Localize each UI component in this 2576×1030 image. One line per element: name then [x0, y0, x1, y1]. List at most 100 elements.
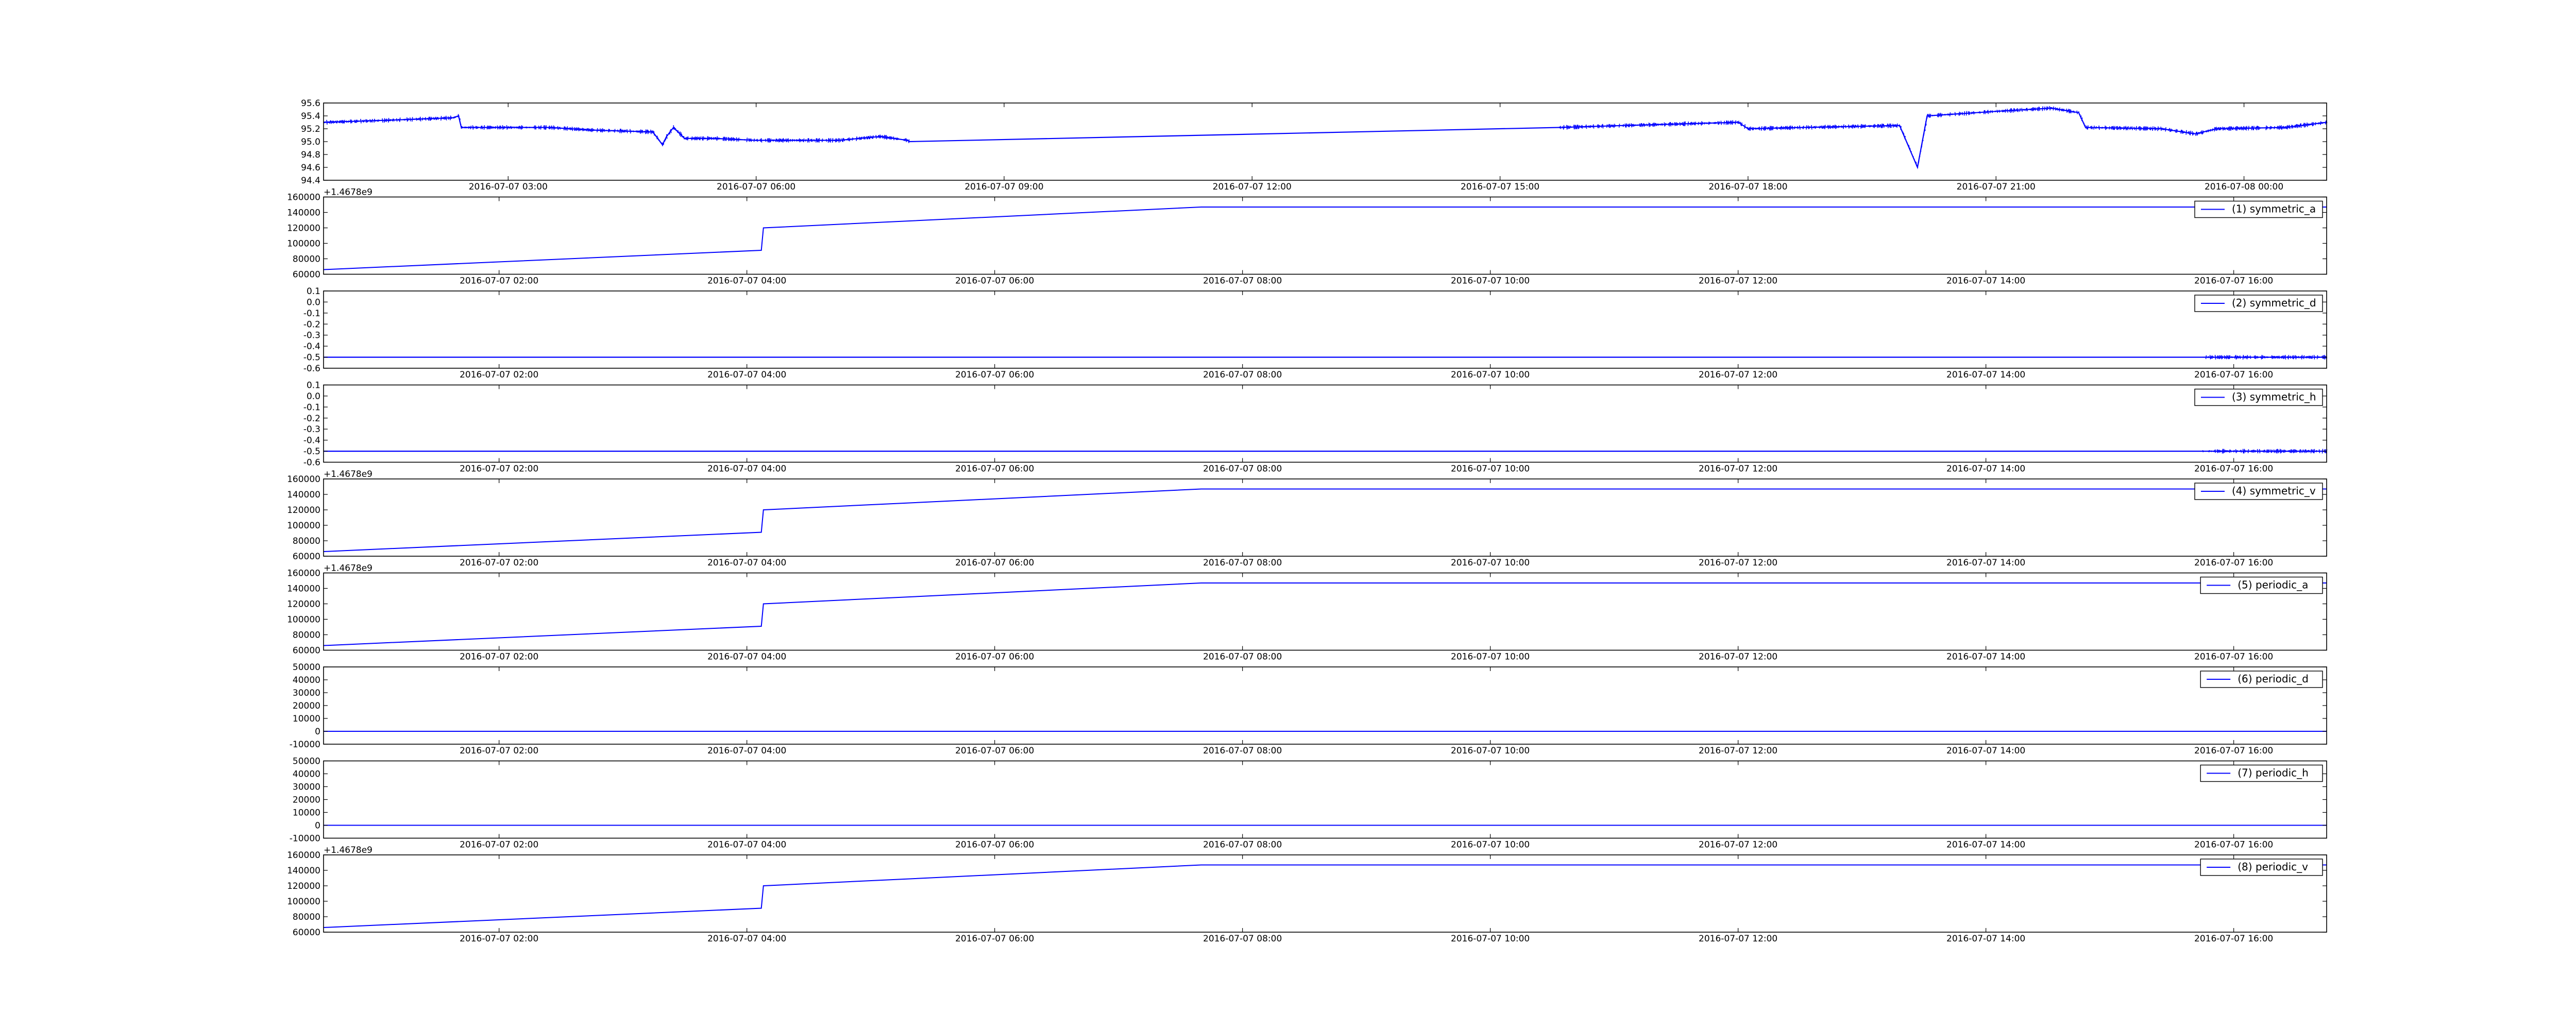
y-tick-label: 95.0	[301, 137, 320, 147]
figure: 94.4 94.6 94.8 95.0 95.2 95.4 95.6 2016-07-07 0…	[0, 0, 2576, 1030]
x-tick-label: 2016-07-07 06:00	[955, 370, 1034, 380]
y-tick-label: -10000	[290, 740, 320, 750]
x-tick-label: 2016-07-07 06:00	[955, 934, 1034, 944]
y-offset-label: +1.4678e9	[324, 469, 372, 479]
x-tick-label: 2016-07-07 04:00	[707, 840, 786, 850]
x-tick-label: 2016-07-08 00:00	[2205, 182, 2283, 192]
panel-6: 60000 80000 100000 120000 140000 160000 2016-0…	[287, 563, 2327, 662]
legend-label: (5) periodic_a	[2238, 579, 2308, 591]
plot-area	[324, 103, 2327, 180]
panel-5: 60000 80000 100000 120000 140000 160000 2016-0…	[287, 469, 2327, 568]
y-tick-label: 0.0	[307, 391, 320, 402]
plot-area	[324, 855, 2327, 932]
y-tick-label: 40000	[293, 675, 320, 685]
x-tick-label: 2016-07-07 15:00	[1461, 182, 1539, 192]
x-tick-label: 2016-07-07 02:00	[460, 840, 538, 850]
x-tick-label: 2016-07-07 02:00	[460, 934, 538, 944]
y-tick-label: 60000	[293, 552, 320, 562]
y-tick-label: 100000	[287, 897, 320, 907]
y-tick-label: 140000	[287, 208, 320, 218]
y-tick-label: 60000	[293, 646, 320, 656]
y-offset-label: +1.4678e9	[324, 845, 372, 855]
legend: (4) symmetric_v	[2194, 483, 2323, 500]
x-tick-label: 2016-07-07 14:00	[1946, 746, 2025, 756]
y-tick-label: -0.1	[303, 308, 320, 319]
x-tick-label: 2016-07-07 10:00	[1451, 934, 1530, 944]
x-tick-label: 2016-07-07 02:00	[460, 276, 538, 286]
x-tick-label: 2016-07-07 12:00	[1699, 746, 1777, 756]
legend-label: (7) periodic_h	[2238, 767, 2309, 779]
x-tick-label: 2016-07-07 06:00	[955, 558, 1034, 568]
x-tick-label: 2016-07-07 02:00	[460, 652, 538, 662]
y-tick-label: 120000	[287, 599, 320, 610]
y-tick-label: 160000	[287, 569, 320, 579]
y-tick-label: 50000	[293, 757, 320, 767]
y-tick-label: -0.2	[303, 414, 320, 424]
x-tick-label: 2016-07-07 16:00	[2194, 464, 2273, 474]
y-tick-label: 120000	[287, 881, 320, 891]
plot-area	[324, 667, 2327, 744]
y-tick-label: -0.6	[303, 364, 320, 374]
legend: (8) periodic_v	[2200, 859, 2323, 876]
x-tick-label: 2016-07-07 02:00	[460, 558, 538, 568]
panel-8: -10000 0 10000 20000 30000 40000 50000 2016-07-…	[290, 757, 2327, 850]
x-tick-label: 2016-07-07 08:00	[1203, 652, 1282, 662]
x-tick-label: 2016-07-07 12:00	[1699, 840, 1777, 850]
y-tick-label: 160000	[287, 193, 320, 203]
x-tick-label: 2016-07-07 08:00	[1203, 370, 1282, 380]
y-tick-label: 50000	[293, 662, 320, 673]
x-tick-label: 2016-07-07 12:00	[1699, 652, 1777, 662]
y-tick-label: 140000	[287, 490, 320, 500]
y-tick-label: 60000	[293, 928, 320, 938]
y-tick-label: 100000	[287, 521, 320, 531]
x-tick-label: 2016-07-07 14:00	[1946, 934, 2025, 944]
x-tick-label: 2016-07-07 12:00	[1699, 934, 1777, 944]
x-tick-label: 2016-07-07 06:00	[717, 182, 795, 192]
y-tick-label: -0.6	[303, 458, 320, 468]
y-tick-label: 160000	[287, 850, 320, 861]
x-tick-label: 2016-07-07 08:00	[1203, 840, 1282, 850]
x-tick-label: 2016-07-07 08:00	[1203, 934, 1282, 944]
legend-label: (3) symmetric_h	[2232, 391, 2316, 403]
panel-1: 94.4 94.6 94.8 95.0 95.2 95.4 95.6 2016-07-07 0…	[301, 98, 2328, 192]
y-tick-label: 0.1	[307, 286, 320, 297]
y-tick-label: 120000	[287, 505, 320, 516]
y-tick-label: 20000	[293, 701, 320, 711]
x-tick-label: 2016-07-07 06:00	[955, 276, 1034, 286]
y-tick-label: 30000	[293, 688, 320, 698]
x-tick-label: 2016-07-07 10:00	[1451, 840, 1530, 850]
legend-label: (1) symmetric_a	[2232, 203, 2316, 215]
panel-9: 60000 80000 100000 120000 140000 160000 2016-0…	[287, 845, 2327, 944]
y-tick-label: 95.4	[301, 111, 320, 122]
plot-area	[324, 761, 2327, 838]
x-tick-label: 2016-07-07 09:00	[964, 182, 1043, 192]
legend-label: (2) symmetric_d	[2232, 297, 2316, 309]
x-tick-label: 2016-07-07 06:00	[955, 652, 1034, 662]
plot-area	[324, 479, 2327, 556]
x-tick-label: 2016-07-07 04:00	[707, 746, 786, 756]
legend: (2) symmetric_d	[2194, 295, 2323, 312]
x-tick-label: 2016-07-07 04:00	[707, 652, 786, 662]
legend: (7) periodic_h	[2200, 764, 2323, 782]
y-tick-label: 0.0	[307, 297, 320, 307]
x-tick-label: 2016-07-07 14:00	[1946, 652, 2025, 662]
y-tick-label: 80000	[293, 912, 320, 922]
x-tick-label: 2016-07-07 06:00	[955, 464, 1034, 474]
x-tick-label: 2016-07-07 10:00	[1451, 276, 1530, 286]
y-tick-label: -0.1	[303, 402, 320, 413]
y-tick-label: 95.6	[301, 98, 320, 109]
x-tick-label: 2016-07-07 02:00	[460, 370, 538, 380]
y-tick-label: 100000	[287, 615, 320, 625]
x-tick-label: 2016-07-07 10:00	[1451, 746, 1530, 756]
x-tick-label: 2016-07-07 16:00	[2194, 370, 2273, 380]
y-tick-label: 80000	[293, 536, 320, 546]
y-tick-label: -0.4	[303, 341, 320, 352]
x-tick-label: 2016-07-07 16:00	[2194, 558, 2273, 568]
x-tick-label: 2016-07-07 16:00	[2194, 276, 2273, 286]
x-tick-label: 2016-07-07 04:00	[707, 934, 786, 944]
x-tick-label: 2016-07-07 04:00	[707, 558, 786, 568]
panel-3: -0.6-0.5-0.4-0.3-0.2-0.10.00.1 2016-07-07…	[303, 286, 2328, 380]
x-tick-label: 2016-07-07 12:00	[1699, 464, 1777, 474]
y-tick-label: 0	[315, 821, 320, 831]
y-tick-label: 120000	[287, 224, 320, 234]
